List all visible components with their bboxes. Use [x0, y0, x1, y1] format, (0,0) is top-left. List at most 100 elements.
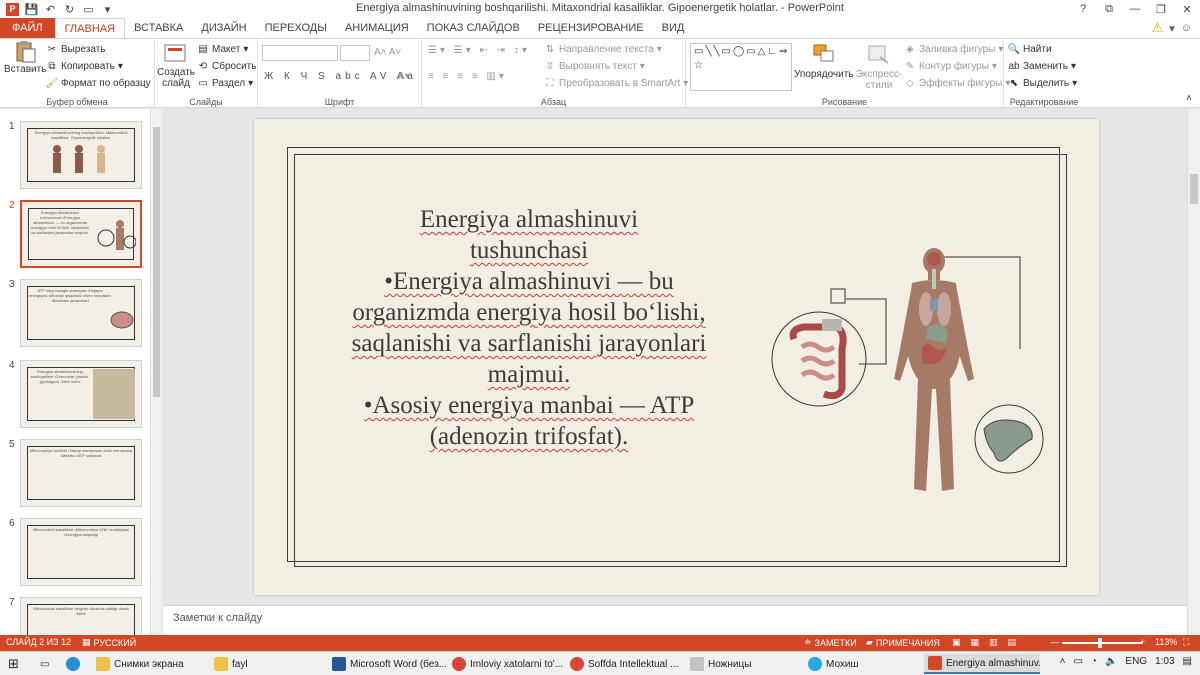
shape-outline-button[interactable]: ✎ Контур фигуры ▾	[904, 60, 997, 72]
restore-button[interactable]: ❐	[1148, 0, 1174, 18]
notes-pane[interactable]: Заметки к слайду	[163, 605, 1187, 635]
chevron-down-icon[interactable]: ▾	[1169, 22, 1175, 35]
tab-file[interactable]: ФАЙЛ	[0, 18, 55, 38]
notes-toggle[interactable]: ≐ ЗАМЕТКИ	[804, 637, 857, 648]
editor-scroll-thumb[interactable]	[1190, 174, 1198, 204]
redo-icon[interactable]: ↻	[63, 3, 76, 16]
clipboard-group: Вставить ✂ Вырезать ⧉ Копировать ▾ 🖌 Формат …	[0, 39, 155, 109]
view-buttons[interactable]: ▣▦▥▤	[952, 637, 1026, 648]
align-buttons[interactable]: ≡ ≡ ≡ ≡ ▥▾	[428, 71, 507, 82]
section-button[interactable]: ▭ Раздел ▾	[197, 77, 253, 89]
tab-slideshow[interactable]: ПОКАЗ СЛАЙДОВ	[418, 18, 529, 38]
shape-effects-button[interactable]: ◇ Эффекты фигуры ▾	[904, 77, 1010, 89]
thumbnail-slide-6[interactable]: 6 Mitoxondrial kasalliklar •Mitoxondriya…	[8, 518, 158, 588]
minimize-button[interactable]: —	[1122, 0, 1148, 18]
slide-title-line1: Energiya almashinuvi	[419, 206, 639, 233]
shapes-gallery[interactable]: ▭╲╲▭◯▭△∟⇒⇩⇨◇⌒╲∩{}☆	[690, 43, 792, 91]
smartart-button[interactable]: ⛶ Преобразовать в SmartArt ▾	[544, 77, 689, 89]
editor-scrollbar[interactable]	[1187, 109, 1200, 635]
save-icon[interactable]: 💾	[25, 3, 39, 16]
zoom-slider-knob[interactable]	[1098, 638, 1102, 648]
thumbnails-scroll-thumb[interactable]	[153, 127, 160, 397]
fit-slide-icon[interactable]: ⛶	[1183, 637, 1189, 648]
paste-button[interactable]: Вставить	[4, 41, 46, 75]
grow-font-button[interactable]: A˄ A˅	[374, 47, 401, 58]
taskbar-item-snipping[interactable]: Ножницы	[686, 654, 801, 674]
zoom-level[interactable]: 113%	[1155, 637, 1177, 647]
pen-icon: ✎	[905, 60, 915, 72]
shape-fill-button[interactable]: ◈ Заливка фигуры ▾	[904, 43, 1003, 55]
tab-transitions[interactable]: ПЕРЕХОДЫ	[256, 18, 336, 38]
taskbar-item-chrome-2[interactable]: Soffda Intellektual ...	[566, 654, 684, 674]
thumbnail-slide-7[interactable]: 7 Mitoxondrial kasalliklar belgilari •Mu…	[8, 597, 158, 635]
copy-button[interactable]: ⧉ Копировать ▾	[46, 60, 122, 72]
tab-view[interactable]: ВИД	[653, 18, 694, 38]
paint-bucket-icon: ◈	[906, 43, 914, 55]
comments-toggle[interactable]: ▰ ПРИМЕЧАНИЯ	[866, 637, 940, 648]
font-format-buttons[interactable]: Ж К Ч S abc AV Aa	[264, 71, 417, 82]
layout-button[interactable]: ▤ Макет ▾	[197, 43, 248, 55]
battery-icon[interactable]: ▭	[1073, 656, 1082, 667]
input-language[interactable]: ENG	[1125, 656, 1147, 667]
help-button[interactable]: ?	[1070, 0, 1096, 18]
quick-styles-button[interactable]: Экспресс-стили	[854, 69, 904, 91]
find-button[interactable]: 🔍 Найти	[1008, 43, 1052, 55]
collapse-ribbon-button[interactable]: ˄	[1186, 93, 1192, 104]
undo-icon[interactable]: ↶	[44, 3, 57, 16]
thumbnail-slide-4[interactable]: 4 Energiya almashinuvining boshqarilishi…	[8, 360, 158, 430]
zoom-slider[interactable]	[1062, 642, 1142, 644]
thumbnail-slide-3[interactable]: 3 ATP ning biologik ahamiyati •Hujayra e…	[8, 279, 158, 349]
zoom-in-button[interactable]: +	[1140, 637, 1145, 647]
font-size-input[interactable]	[340, 45, 370, 61]
list-buttons[interactable]: ☰▾ ☰▾ ⇤ ⇥ ↕▾	[428, 45, 530, 56]
font-name-input[interactable]	[262, 45, 338, 61]
tab-insert[interactable]: ВСТАВКА	[125, 18, 192, 38]
effects-icon: ◇	[906, 77, 914, 89]
tab-design[interactable]: ДИЗАЙН	[192, 18, 255, 38]
edge-button[interactable]	[62, 654, 84, 674]
taskbar-item-powerpoint[interactable]: Energiya almashinuv...	[924, 654, 1040, 674]
start-button[interactable]: ⊞	[4, 654, 23, 674]
thumbnail-slide-1[interactable]: 1 Energiya almashinuvining boshqarilishi…	[8, 121, 158, 191]
select-button[interactable]: ⬉ Выделить ▾	[1008, 77, 1077, 89]
warning-icon[interactable]: ⚠	[1152, 20, 1164, 36]
start-slideshow-icon[interactable]: ▭	[82, 3, 95, 16]
reset-button[interactable]: ⟲ Сбросить	[197, 60, 257, 72]
scissors-icon	[690, 657, 704, 671]
customize-qat-icon[interactable]: ▾	[101, 3, 114, 16]
taskbar-item-chrome-1[interactable]: Imloviy xatolarni to'...	[448, 654, 564, 674]
task-view-button[interactable]: ▭	[36, 654, 53, 674]
new-slide-button[interactable]: Создать слайд	[157, 67, 195, 89]
smiley-icon[interactable]: ☺	[1181, 22, 1192, 34]
replace-button[interactable]: ab Заменить ▾	[1008, 60, 1076, 72]
language-indicator[interactable]: ▦ РУССКИЙ	[82, 637, 136, 648]
tray-expand-icon[interactable]: ˄	[1060, 656, 1066, 667]
taskbar-item-fayl[interactable]: fayl	[210, 654, 325, 674]
close-button[interactable]: ✕	[1174, 0, 1200, 18]
zoom-out-button[interactable]: —	[1050, 637, 1059, 647]
taskbar-item-word[interactable]: Microsoft Word (без...	[328, 654, 446, 674]
arrange-button[interactable]: Упорядочить	[794, 69, 854, 80]
format-painter-button[interactable]: 🖌 Формат по образцу	[46, 77, 151, 89]
clock[interactable]: 1:03	[1155, 656, 1174, 667]
thumbnail-slide-2[interactable]: 2 Energiya almashinuvi tushunchasi •Ener…	[8, 200, 158, 270]
tab-home[interactable]: ГЛАВНАЯ	[54, 18, 126, 38]
tab-review[interactable]: РЕЦЕНЗИРОВАНИЕ	[529, 18, 653, 38]
thumbnail-slide-5[interactable]: 5 Mitoxondriya tuzilishi •Tashqi membran…	[8, 439, 158, 509]
taskbar-item-telegram[interactable]: Мохиш	[804, 654, 922, 674]
font-color-button[interactable]: A▾	[398, 71, 410, 82]
notifications-icon[interactable]: ▤	[1183, 656, 1192, 667]
align-text-button[interactable]: ⇳ Выровнять текст ▾	[544, 60, 645, 72]
ribbon-display-button[interactable]: ⧉	[1096, 0, 1122, 18]
text-direction-button[interactable]: ⇅ Направление текста ▾	[544, 43, 662, 55]
slide-text-box[interactable]: Energiya almashinuvi tushunchasi •Energi…	[329, 204, 729, 452]
slide-title-line2: tushunchasi	[469, 237, 589, 264]
cut-button[interactable]: ✂ Вырезать	[46, 43, 106, 55]
network-icon[interactable]: ◔	[1091, 656, 1097, 667]
thumbnails-scrollbar[interactable]	[150, 109, 162, 635]
tab-animation[interactable]: АНИМАЦИЯ	[336, 18, 418, 38]
volume-icon[interactable]: 🔈	[1105, 656, 1117, 667]
taskbar-item-screenshots[interactable]: Снимки экрана	[92, 654, 207, 674]
chrome-icon	[452, 657, 466, 671]
current-slide[interactable]: Energiya almashinuvi tushunchasi •Energi…	[254, 119, 1099, 595]
